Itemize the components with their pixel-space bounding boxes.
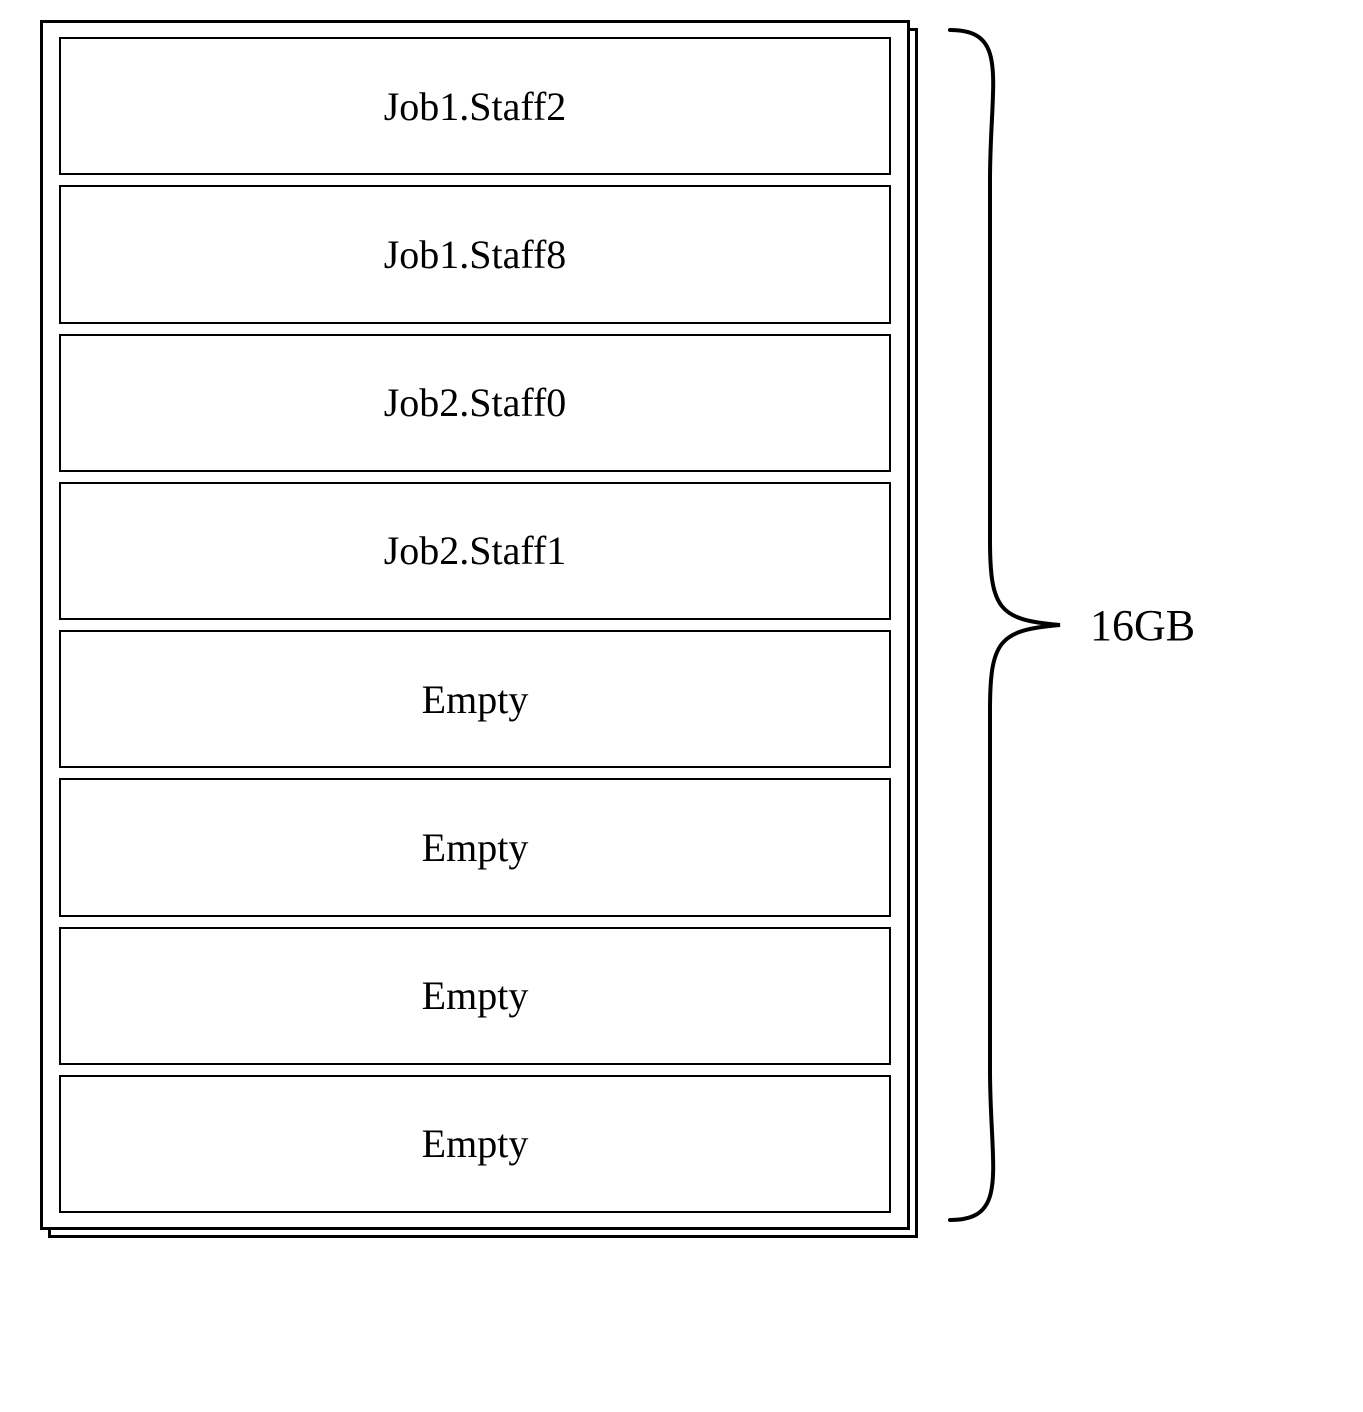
memory-slot: Empty (59, 778, 891, 916)
total-size-label: 16GB (1090, 600, 1195, 651)
slot-label: Empty (422, 824, 529, 871)
memory-slot: Job1.Staff2 (59, 37, 891, 175)
slot-label: Job1.Staff8 (384, 231, 567, 278)
memory-slot: Empty (59, 927, 891, 1065)
diagram-canvas: Job1.Staff2 Job1.Staff8 Job2.Staff0 Job2… (0, 0, 1363, 1412)
memory-slot: Job1.Staff8 (59, 185, 891, 323)
slot-label: Job2.Staff1 (384, 527, 567, 574)
slot-label: Job2.Staff0 (384, 379, 567, 426)
slot-label: Empty (422, 972, 529, 1019)
slot-label: Empty (422, 1120, 529, 1167)
memory-slot: Job2.Staff1 (59, 482, 891, 620)
slot-label: Empty (422, 676, 529, 723)
memory-block: Job1.Staff2 Job1.Staff8 Job2.Staff0 Job2… (40, 20, 910, 1230)
memory-slot: Job2.Staff0 (59, 334, 891, 472)
brace-icon (930, 20, 1070, 1230)
slot-label: Job1.Staff2 (384, 83, 567, 130)
memory-slot: Empty (59, 1075, 891, 1213)
memory-slot: Empty (59, 630, 891, 768)
